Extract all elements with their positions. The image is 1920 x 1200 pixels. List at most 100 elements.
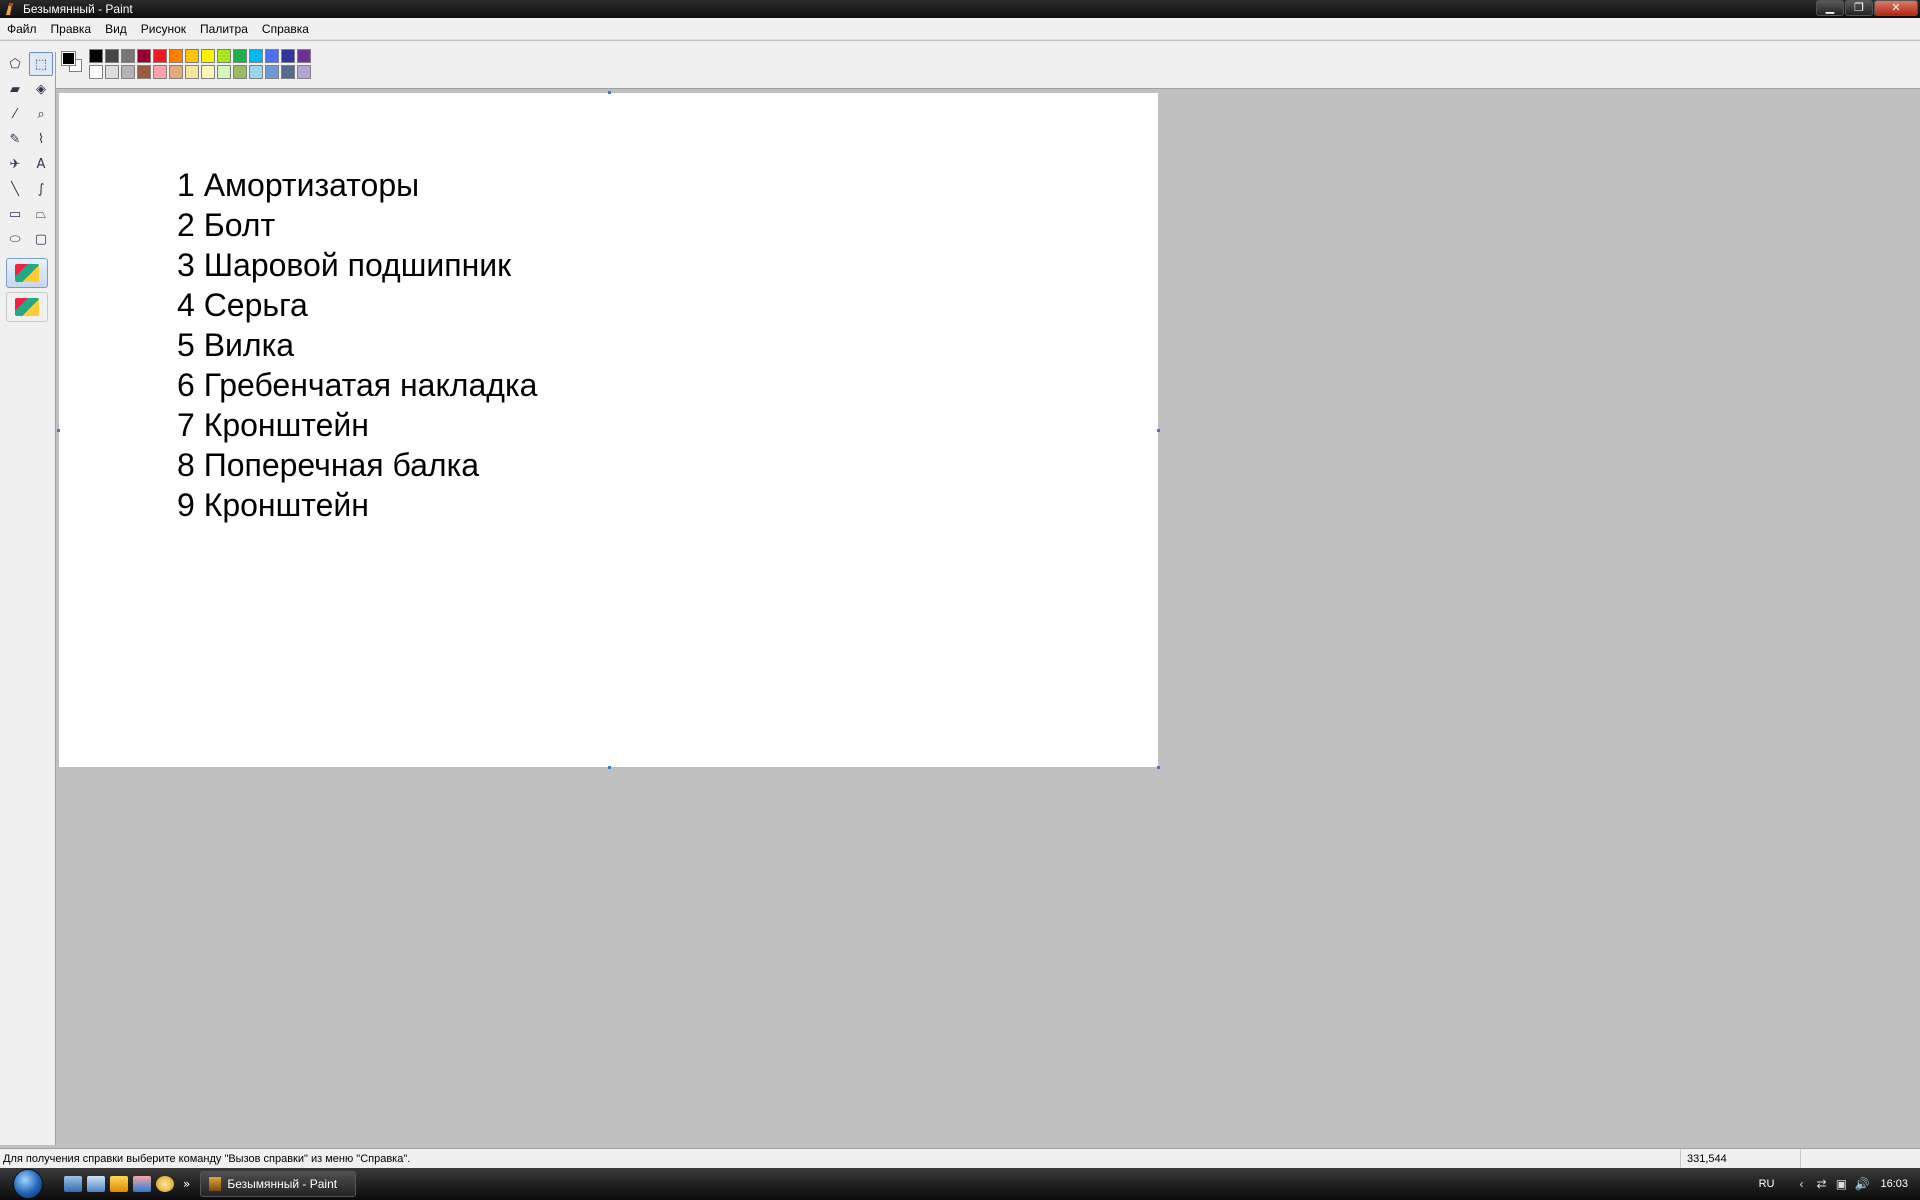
palette-swatch[interactable]: [233, 49, 247, 63]
resize-handle-bottom[interactable]: [608, 766, 611, 769]
tool-fill[interactable]: ◈: [29, 77, 53, 101]
status-bar: Для получения справки выберите команду "…: [0, 1148, 1920, 1168]
palette-swatch[interactable]: [153, 65, 167, 79]
canvas-line: 2 Болт: [177, 207, 276, 243]
tool-pencil[interactable]: ✎: [3, 127, 27, 151]
title-bar: Безымянный - Paint ▁ ❐ ✕: [0, 0, 1920, 18]
palette-swatch[interactable]: [89, 65, 103, 79]
palette-swatch[interactable]: [185, 49, 199, 63]
palette-swatch[interactable]: [217, 65, 231, 79]
toolbox: ⬠ ⬚ ▰ ◈ ⁄ ⌕ ✎ ⌇ ✈ A ╲ ∫ ▭ ⏢ ⬭ ▢: [0, 52, 56, 1145]
close-button[interactable]: ✕: [1874, 0, 1918, 16]
tool-eraser[interactable]: ▰: [3, 77, 27, 101]
menu-colors[interactable]: Палитра: [193, 22, 255, 36]
palette-swatch[interactable]: [201, 65, 215, 79]
palette-swatch[interactable]: [169, 49, 183, 63]
tool-color-picker[interactable]: ⁄: [3, 102, 27, 126]
palette-swatch[interactable]: [121, 65, 135, 79]
tool-magnifier[interactable]: ⌕: [29, 102, 53, 126]
palette-swatch[interactable]: [249, 65, 263, 79]
opaque-selection-option[interactable]: [6, 258, 48, 288]
canvas-line: 7 Кронштейн: [177, 407, 369, 443]
palette-swatch[interactable]: [265, 65, 279, 79]
tool-rectangle[interactable]: ▭: [3, 202, 27, 226]
tool-text[interactable]: A: [29, 152, 53, 176]
tool-ellipse[interactable]: ⬭: [3, 227, 27, 251]
canvas-text: 1 Амортизаторы 2 Болт 3 Шаровой подшипни…: [177, 165, 537, 525]
palette-swatch[interactable]: [137, 49, 151, 63]
palette-swatch[interactable]: [217, 49, 231, 63]
magnifier-icon: ⌕: [37, 106, 45, 122]
switch-windows-icon[interactable]: [87, 1176, 105, 1192]
maximize-button[interactable]: ❐: [1845, 0, 1873, 16]
menu-file[interactable]: Файл: [0, 22, 44, 36]
palette-swatch[interactable]: [201, 49, 215, 63]
palette-swatch[interactable]: [297, 65, 311, 79]
free-select-icon: ⬠: [9, 56, 21, 72]
tray-expand-icon[interactable]: ‹: [1794, 1177, 1808, 1191]
drawing-canvas[interactable]: 1 Амортизаторы 2 Болт 3 Шаровой подшипни…: [59, 93, 1158, 767]
language-indicator[interactable]: RU: [1759, 1178, 1775, 1190]
menu-image[interactable]: Рисунок: [134, 22, 193, 36]
rect-select-icon: ⬚: [34, 56, 48, 72]
palette-swatch[interactable]: [105, 49, 119, 63]
color-picker-icon: ⁄: [13, 106, 17, 122]
palette-swatch[interactable]: [185, 65, 199, 79]
resize-handle-right[interactable]: [1157, 429, 1160, 432]
palette-swatch[interactable]: [153, 49, 167, 63]
media-center-icon[interactable]: [133, 1176, 151, 1192]
browser-icon[interactable]: [156, 1176, 174, 1192]
current-colors[interactable]: [60, 48, 84, 78]
tool-rect-select[interactable]: ⬚: [29, 52, 53, 76]
menu-edit[interactable]: Правка: [44, 22, 99, 36]
palette-swatch[interactable]: [137, 65, 151, 79]
minimize-button[interactable]: ▁: [1816, 0, 1844, 16]
line-icon: ╲: [11, 181, 19, 197]
tool-airbrush[interactable]: ✈: [3, 152, 27, 176]
tool-rounded-rect[interactable]: ▢: [29, 227, 53, 251]
palette-swatch[interactable]: [281, 65, 295, 79]
window-controls: ▁ ❐ ✕: [1815, 0, 1918, 16]
foreground-color[interactable]: [61, 51, 76, 66]
palette-swatch[interactable]: [297, 49, 311, 63]
taskbar-paint-button[interactable]: Безымянный - Paint: [200, 1171, 357, 1197]
paint-app-icon: [209, 1177, 222, 1191]
paint-app-icon: [3, 2, 17, 16]
status-help-text: Для получения справки выберите команду "…: [3, 1152, 411, 1165]
palette-swatch[interactable]: [169, 65, 183, 79]
rounded-rect-icon: ▢: [34, 231, 48, 247]
canvas-line: 1 Амортизаторы: [177, 167, 420, 203]
selection-size: [1800, 1149, 1920, 1168]
palette-swatch[interactable]: [281, 49, 295, 63]
resize-handle-corner[interactable]: [1157, 766, 1160, 769]
safely-remove-icon[interactable]: ⇄: [1814, 1177, 1828, 1191]
quick-launch-more[interactable]: »: [183, 1177, 190, 1191]
palette-swatch[interactable]: [89, 49, 103, 63]
palette-swatch[interactable]: [265, 49, 279, 63]
palette-swatch[interactable]: [233, 65, 247, 79]
palette-swatch[interactable]: [249, 49, 263, 63]
tool-line[interactable]: ╲: [3, 177, 27, 201]
color-palette: [89, 49, 311, 79]
menu-help[interactable]: Справка: [255, 22, 316, 36]
network-icon[interactable]: ▣: [1834, 1177, 1848, 1191]
menu-view[interactable]: Вид: [98, 22, 134, 36]
media-player-icon[interactable]: [110, 1176, 128, 1192]
palette-swatch[interactable]: [105, 65, 119, 79]
resize-handle-left[interactable]: [57, 429, 60, 432]
show-desktop-icon[interactable]: [64, 1176, 82, 1192]
tool-free-select[interactable]: ⬠: [3, 52, 27, 76]
resize-handle-top[interactable]: [608, 91, 611, 94]
brush-icon: ⌇: [37, 131, 45, 147]
tool-polygon[interactable]: ⏢: [29, 202, 53, 226]
transparent-selection-option[interactable]: [6, 292, 48, 322]
start-button[interactable]: [8, 1168, 48, 1200]
palette-swatch[interactable]: [121, 49, 135, 63]
system-tray: RU ‹ ⇄ ▣ 🔊 16:03: [1759, 1168, 1920, 1200]
tool-curve[interactable]: ∫: [29, 177, 53, 201]
volume-icon[interactable]: 🔊: [1854, 1177, 1869, 1191]
clock[interactable]: 16:03: [1880, 1178, 1908, 1190]
taskbar: » Безымянный - Paint RU ‹ ⇄ ▣ 🔊 16:03: [0, 1168, 1920, 1200]
cursor-coords: 331,544: [1680, 1149, 1800, 1168]
tool-brush[interactable]: ⌇: [29, 127, 53, 151]
